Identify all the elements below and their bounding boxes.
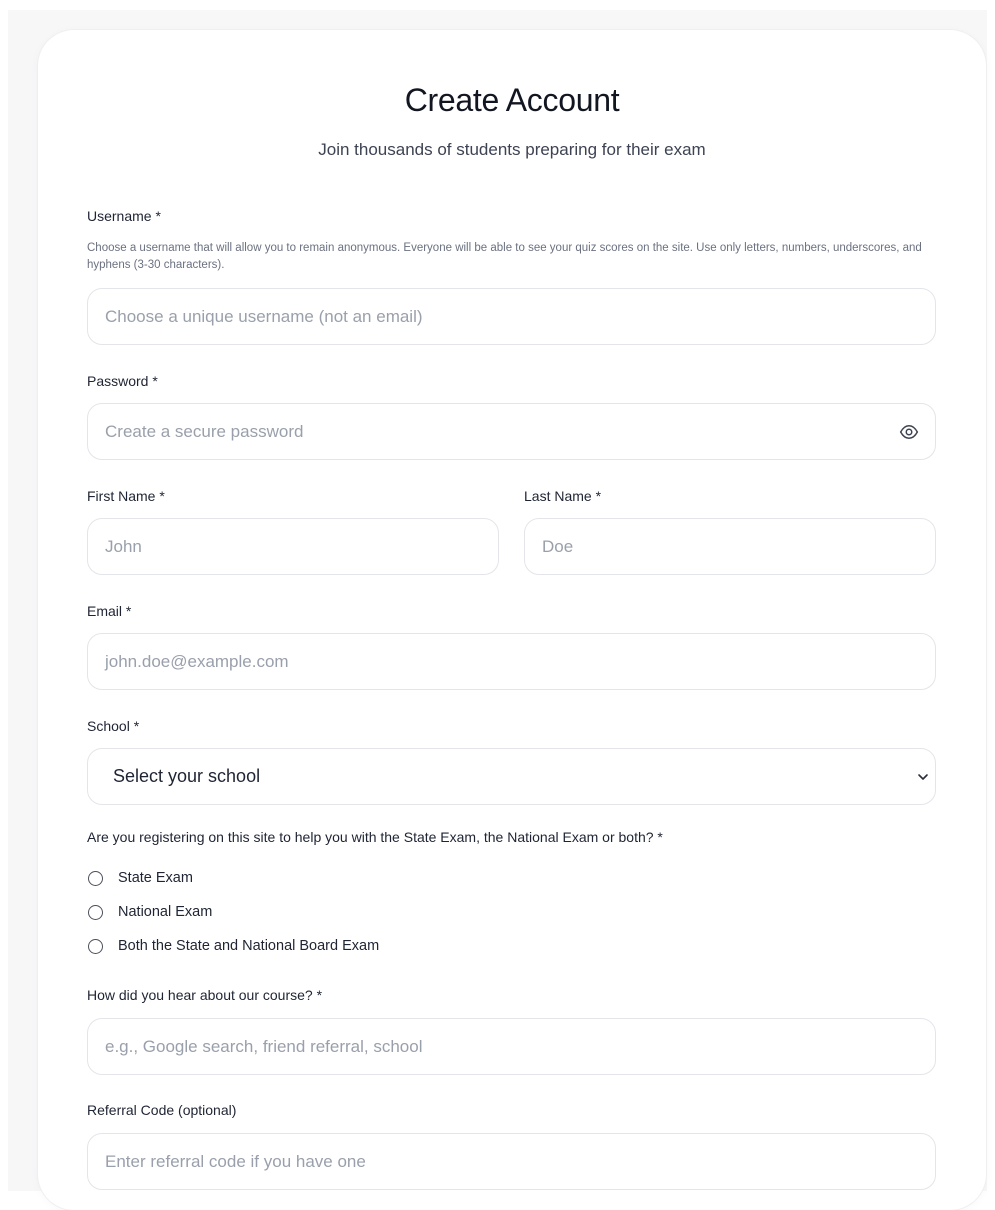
eye-icon[interactable]	[899, 422, 919, 442]
radio-option-state-exam[interactable]: State Exam	[88, 868, 193, 888]
page-title: Create Account	[404, 82, 620, 118]
referral-code-input[interactable]: Enter referral code if you have one	[87, 1133, 936, 1190]
school-selected-value: Select your school	[113, 766, 261, 786]
radio-label: Both the State and National Board Exam	[118, 938, 380, 954]
last-name-placeholder: Doe	[542, 536, 574, 556]
radio-label: National Exam	[118, 904, 213, 920]
first-name-placeholder: John	[105, 536, 142, 556]
password-placeholder: Create a secure password	[105, 421, 304, 441]
last-name-label: Last Name *	[524, 488, 602, 504]
page-subtitle: Join thousands of students preparing for…	[318, 140, 706, 159]
radio-option-national-exam[interactable]: National Exam	[88, 902, 212, 922]
username-input[interactable]: Choose a unique username (not an email)	[87, 288, 936, 345]
email-placeholder: john.doe@example.com	[105, 651, 289, 671]
radio-label: State Exam	[118, 870, 193, 886]
school-select[interactable]: Select your school	[87, 748, 936, 805]
radio-option-both-exams[interactable]: Both the State and National Board Exam	[88, 936, 379, 956]
username-hint: Choose a username that will allow you to…	[87, 242, 922, 271]
email-input[interactable]: john.doe@example.com	[87, 633, 936, 690]
username-placeholder: Choose a unique username (not an email)	[105, 306, 423, 326]
school-label: School *	[87, 718, 140, 734]
hear-about-placeholder: e.g., Google search, friend referral, sc…	[105, 1036, 423, 1056]
username-label: Username *	[87, 208, 161, 224]
email-label: Email *	[87, 603, 132, 619]
hear-about-label: How did you hear about our course? *	[87, 987, 323, 1003]
password-label: Password *	[87, 373, 158, 389]
referral-code-label: Referral Code (optional)	[87, 1102, 237, 1118]
radio-button[interactable]	[88, 904, 103, 920]
hear-about-input[interactable]: e.g., Google search, friend referral, sc…	[87, 1018, 936, 1075]
first-name-input[interactable]: John	[87, 518, 499, 575]
chevron-down-icon	[918, 774, 928, 780]
referral-code-placeholder: Enter referral code if you have one	[105, 1151, 366, 1171]
radio-button[interactable]	[88, 870, 103, 886]
last-name-input[interactable]: Doe	[524, 518, 936, 575]
password-input[interactable]: Create a secure password	[87, 403, 936, 460]
exam-question-label: Are you registering on this site to help…	[87, 829, 663, 845]
radio-button[interactable]	[88, 938, 103, 954]
first-name-label: First Name *	[87, 488, 165, 504]
